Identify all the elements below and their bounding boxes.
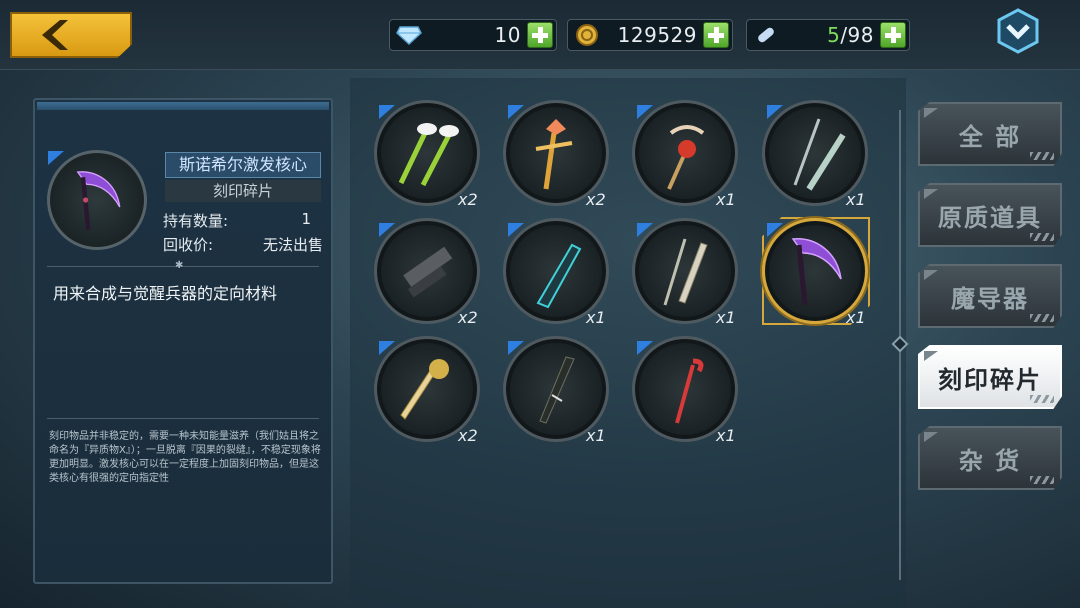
gold-counter: 129529 xyxy=(567,19,733,51)
recycle-value: 无法出售 xyxy=(262,236,323,254)
golden-sword-icon xyxy=(400,359,449,420)
divider-star-icon: ✱ xyxy=(175,260,184,271)
item-portrait xyxy=(47,150,147,250)
item-count: x2 xyxy=(458,426,478,445)
purple-scythe-icon xyxy=(76,171,121,230)
red-cane-icon xyxy=(675,358,704,424)
item-count: x1 xyxy=(716,190,736,209)
tab-corner-icon xyxy=(924,432,938,442)
tab-engraving-fragments[interactable]: 刻印碎片 xyxy=(918,345,1062,409)
item-count: x2 xyxy=(458,190,478,209)
back-button[interactable] xyxy=(10,12,132,58)
tab-stripes xyxy=(1030,233,1054,241)
item-count: x1 xyxy=(846,308,866,327)
item-description: 用来合成与觉醒兵器的定向材料 xyxy=(53,284,278,303)
tab-label: 杂 货 xyxy=(958,446,1022,475)
item-count: x1 xyxy=(846,190,866,209)
item-count: x1 xyxy=(716,308,736,327)
winged-staff-icon xyxy=(535,119,573,190)
diamond-counter: 10 xyxy=(389,19,557,51)
rarity-tag-icon xyxy=(48,151,64,165)
twin-spears-icon xyxy=(663,238,708,306)
tab-stripes xyxy=(1030,395,1054,403)
owned-label: 持有数量: xyxy=(163,212,229,230)
recycle-label: 回收价: xyxy=(163,236,214,254)
tab-all[interactable]: 全 部 xyxy=(918,102,1062,166)
back-arrow-icon xyxy=(42,20,68,50)
cyan-blade-icon xyxy=(536,243,582,309)
tab-stripes xyxy=(1030,476,1054,484)
tab-magic-devices[interactable]: 魔导器 xyxy=(918,264,1062,328)
item-detail-panel: 斯诺希尔激发核心 刻印碎片 持有数量: 1 回收价: 无法出售 ✱ 用来合成与觉… xyxy=(33,98,333,584)
tab-materials[interactable]: 原质道具 xyxy=(918,183,1062,247)
menu-button[interactable] xyxy=(995,8,1041,54)
gold-coin-icon xyxy=(572,20,602,50)
item-count: x1 xyxy=(716,426,736,445)
tab-corner-icon xyxy=(924,270,938,280)
tab-label: 原质道具 xyxy=(938,203,1042,232)
item-count: x2 xyxy=(586,190,606,209)
divider xyxy=(47,418,319,419)
item-count: x2 xyxy=(458,308,478,327)
chevron-down-hex-icon xyxy=(997,8,1039,54)
tab-stripes xyxy=(1030,314,1054,322)
cannon-blade-icon xyxy=(403,246,453,298)
recycle-price-row: 回收价: 无法出售 xyxy=(163,234,323,255)
bandage-icon xyxy=(751,20,781,50)
top-bar: 10 129529 5/98 xyxy=(0,0,1080,70)
item-count: x1 xyxy=(586,308,606,327)
item-count: x1 xyxy=(586,426,606,445)
feather-darts-icon xyxy=(398,123,459,187)
rose-scepter-icon xyxy=(667,125,705,190)
owned-value: 1 xyxy=(301,210,311,228)
owned-count-row: 持有数量: 1 xyxy=(163,210,323,231)
tab-stripes xyxy=(1030,152,1054,160)
dark-katana-icon xyxy=(539,356,575,424)
item-lore: 刻印物品并非稳定的，需要一种未知能量滋养（我们姑且将之命名为『异质物X』）；一旦… xyxy=(49,431,321,484)
gold-value: 129529 xyxy=(617,23,697,47)
add-diamond-button[interactable] xyxy=(527,22,553,48)
diamond-icon xyxy=(394,20,424,50)
tab-misc[interactable]: 杂 货 xyxy=(918,426,1062,490)
tab-label: 全 部 xyxy=(958,122,1022,151)
item-name: 斯诺希尔激发核心 xyxy=(165,152,321,178)
tab-label: 魔导器 xyxy=(951,284,1029,313)
twin-swords-icon xyxy=(793,118,846,191)
tab-corner-icon xyxy=(924,351,938,361)
add-gold-button[interactable] xyxy=(703,22,729,48)
tab-label: 刻印碎片 xyxy=(938,365,1042,394)
capacity-value: 5/98 xyxy=(827,23,874,47)
tab-corner-icon xyxy=(924,189,938,199)
add-capacity-button[interactable] xyxy=(880,22,906,48)
purple-scythe-icon xyxy=(791,238,842,306)
tab-corner-icon xyxy=(924,108,938,118)
capacity-counter: 5/98 xyxy=(746,19,910,51)
item-type: 刻印碎片 xyxy=(165,180,321,202)
diamond-value: 10 xyxy=(494,23,521,47)
